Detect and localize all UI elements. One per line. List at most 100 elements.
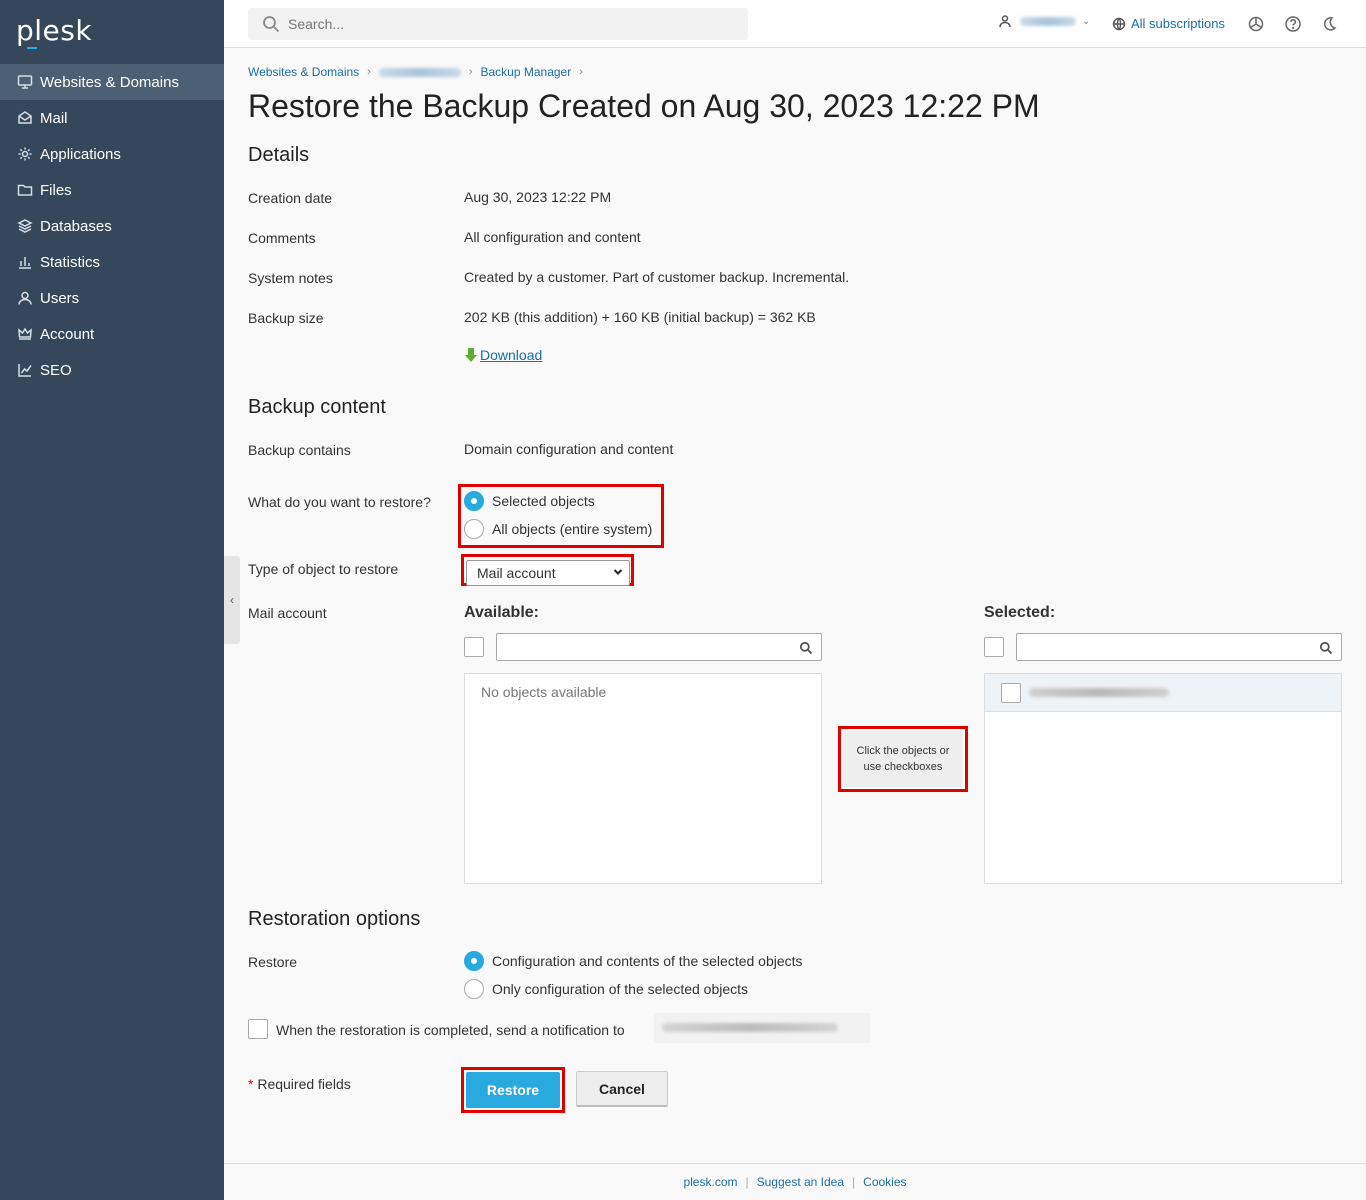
selected-select-all-checkbox[interactable]: [984, 637, 1004, 657]
download-link[interactable]: Download: [464, 347, 542, 363]
section-title-details: Details: [248, 144, 310, 166]
user-icon: [999, 15, 1011, 28]
available-filter-input[interactable]: [496, 633, 822, 661]
sidebar-item-websites-domains[interactable]: Websites & Domains: [0, 64, 224, 100]
user-name-redacted: [1020, 16, 1076, 26]
chevron-left-icon: ‹: [230, 593, 234, 607]
radio-button-checked[interactable]: [464, 951, 484, 971]
user-menu[interactable]: ⌄: [998, 14, 1090, 28]
search-input[interactable]: [288, 16, 728, 32]
sidebar-item-account[interactable]: Account: [0, 316, 224, 352]
community-icon: [1248, 16, 1264, 32]
crown-icon: [16, 325, 34, 343]
sidebar-item-label: Users: [40, 289, 80, 307]
radio-label: Selected objects: [492, 493, 595, 509]
sidebar-item-label: Account: [40, 325, 95, 343]
search-icon: [1319, 641, 1333, 655]
available-select-all-checkbox[interactable]: [464, 637, 484, 657]
sidebar-item-label: Files: [40, 181, 72, 199]
list-item[interactable]: [985, 674, 1341, 712]
cancel-button[interactable]: Cancel: [576, 1071, 668, 1107]
radio-selected-objects[interactable]: Selected objects: [464, 491, 595, 511]
notify-email-field[interactable]: [654, 1013, 870, 1043]
moon-icon: [1323, 17, 1337, 31]
creation-date-value: Aug 30, 2023 12:22 PM: [464, 189, 612, 205]
breadcrumb-domain-redacted[interactable]: [378, 67, 461, 77]
download-arrow-icon: [465, 348, 477, 362]
object-type-selected-value: Mail account: [477, 565, 556, 581]
footer-link-suggest-idea[interactable]: Suggest an Idea: [749, 1175, 852, 1189]
notify-label: When the restoration is completed, send …: [276, 1022, 625, 1038]
radio-config-and-content[interactable]: Configuration and contents of the select…: [464, 951, 803, 971]
logo-text: plesk: [16, 14, 93, 47]
seo-chart-icon: [16, 361, 34, 379]
section-title-backup-content: Backup content: [248, 396, 386, 418]
available-objects-list[interactable]: No objects available: [464, 673, 822, 884]
chevron-down-icon: ⌄: [1082, 15, 1091, 27]
breadcrumb: Websites & Domains › › Backup Manager ›: [248, 65, 591, 79]
object-type-select[interactable]: Mail account: [466, 560, 630, 586]
sidebar-item-files[interactable]: Files: [0, 172, 224, 208]
sidebar-item-label: Websites & Domains: [40, 73, 179, 91]
breadcrumb-backup-manager[interactable]: Backup Manager: [481, 65, 572, 79]
sidebar-item-applications[interactable]: Applications: [0, 136, 224, 172]
sidebar-item-label: Applications: [40, 145, 121, 163]
database-icon: [16, 217, 34, 235]
highlight-hint: Click the objects or use checkboxes: [838, 726, 968, 792]
selected-header: Selected:: [984, 604, 1056, 621]
backup-contains-label: Backup contains: [248, 442, 351, 458]
sidebar-nav: Websites & Domains Mail Applications Fil…: [0, 64, 224, 388]
sidebar-item-users[interactable]: Users: [0, 280, 224, 316]
radio-label: Only configuration of the selected objec…: [492, 981, 749, 997]
help-button[interactable]: [1284, 15, 1302, 33]
radio-button[interactable]: [464, 979, 484, 999]
chevron-down-icon: [613, 569, 623, 575]
no-objects-message: No objects available: [481, 684, 607, 700]
monitor-icon: [16, 73, 34, 91]
chevron-right-icon: ›: [468, 66, 473, 78]
radio-all-objects[interactable]: All objects (entire system): [464, 519, 652, 539]
backup-size-value: 202 KB (this addition) + 160 KB (initial…: [464, 309, 816, 325]
sidebar-item-databases[interactable]: Databases: [0, 208, 224, 244]
required-fields-note: * Required fields: [248, 1076, 351, 1092]
radio-button-checked[interactable]: [464, 491, 484, 511]
creation-date-label: Creation date: [248, 190, 333, 206]
plesk-logo[interactable]: plesk: [16, 14, 93, 49]
sidebar-item-seo[interactable]: SEO: [0, 352, 224, 388]
comments-value: All configuration and content: [464, 229, 641, 245]
breadcrumb-websites-domains[interactable]: Websites & Domains: [248, 65, 359, 79]
sidebar-item-statistics[interactable]: Statistics: [0, 244, 224, 280]
radio-button[interactable]: [464, 519, 484, 539]
globe-icon: [1112, 17, 1126, 30]
search-icon: [799, 641, 813, 655]
mail-account-label: Mail account: [248, 605, 327, 621]
notify-checkbox[interactable]: [248, 1019, 268, 1039]
search-box[interactable]: [248, 8, 748, 40]
user-icon: [16, 289, 34, 307]
restore-button[interactable]: Restore: [466, 1072, 560, 1108]
selected-filter-input[interactable]: [1016, 633, 1342, 661]
section-title-restoration-options: Restoration options: [248, 908, 421, 930]
footer: plesk.com | Suggest an Idea | Cookies: [224, 1163, 1366, 1200]
mail-account-redacted: [1029, 688, 1169, 697]
help-icon: [1285, 16, 1301, 32]
footer-link-plesk[interactable]: plesk.com: [675, 1175, 745, 1189]
download-label: Download: [480, 347, 543, 363]
sidebar-collapse-handle[interactable]: ‹: [224, 556, 240, 644]
gear-icon: [16, 145, 34, 163]
radio-config-only[interactable]: Only configuration of the selected objec…: [464, 979, 748, 999]
notify-email-redacted: [662, 1023, 838, 1032]
footer-link-cookies[interactable]: Cookies: [855, 1175, 914, 1189]
list-item-checkbox[interactable]: [1001, 683, 1021, 703]
available-header: Available:: [464, 604, 539, 621]
backup-size-label: Backup size: [248, 310, 324, 326]
required-text: Required fields: [253, 1076, 351, 1092]
search-icon: [263, 16, 280, 33]
sidebar-item-label: SEO: [40, 361, 72, 379]
selected-objects-list[interactable]: [984, 673, 1342, 884]
theme-toggle-button[interactable]: [1320, 15, 1338, 33]
feedback-button[interactable]: [1247, 15, 1265, 33]
sidebar-item-mail[interactable]: Mail: [0, 100, 224, 136]
subscriptions-selector[interactable]: All subscriptions: [1112, 16, 1225, 31]
page-title: Restore the Backup Created on Aug 30, 20…: [248, 88, 1040, 124]
